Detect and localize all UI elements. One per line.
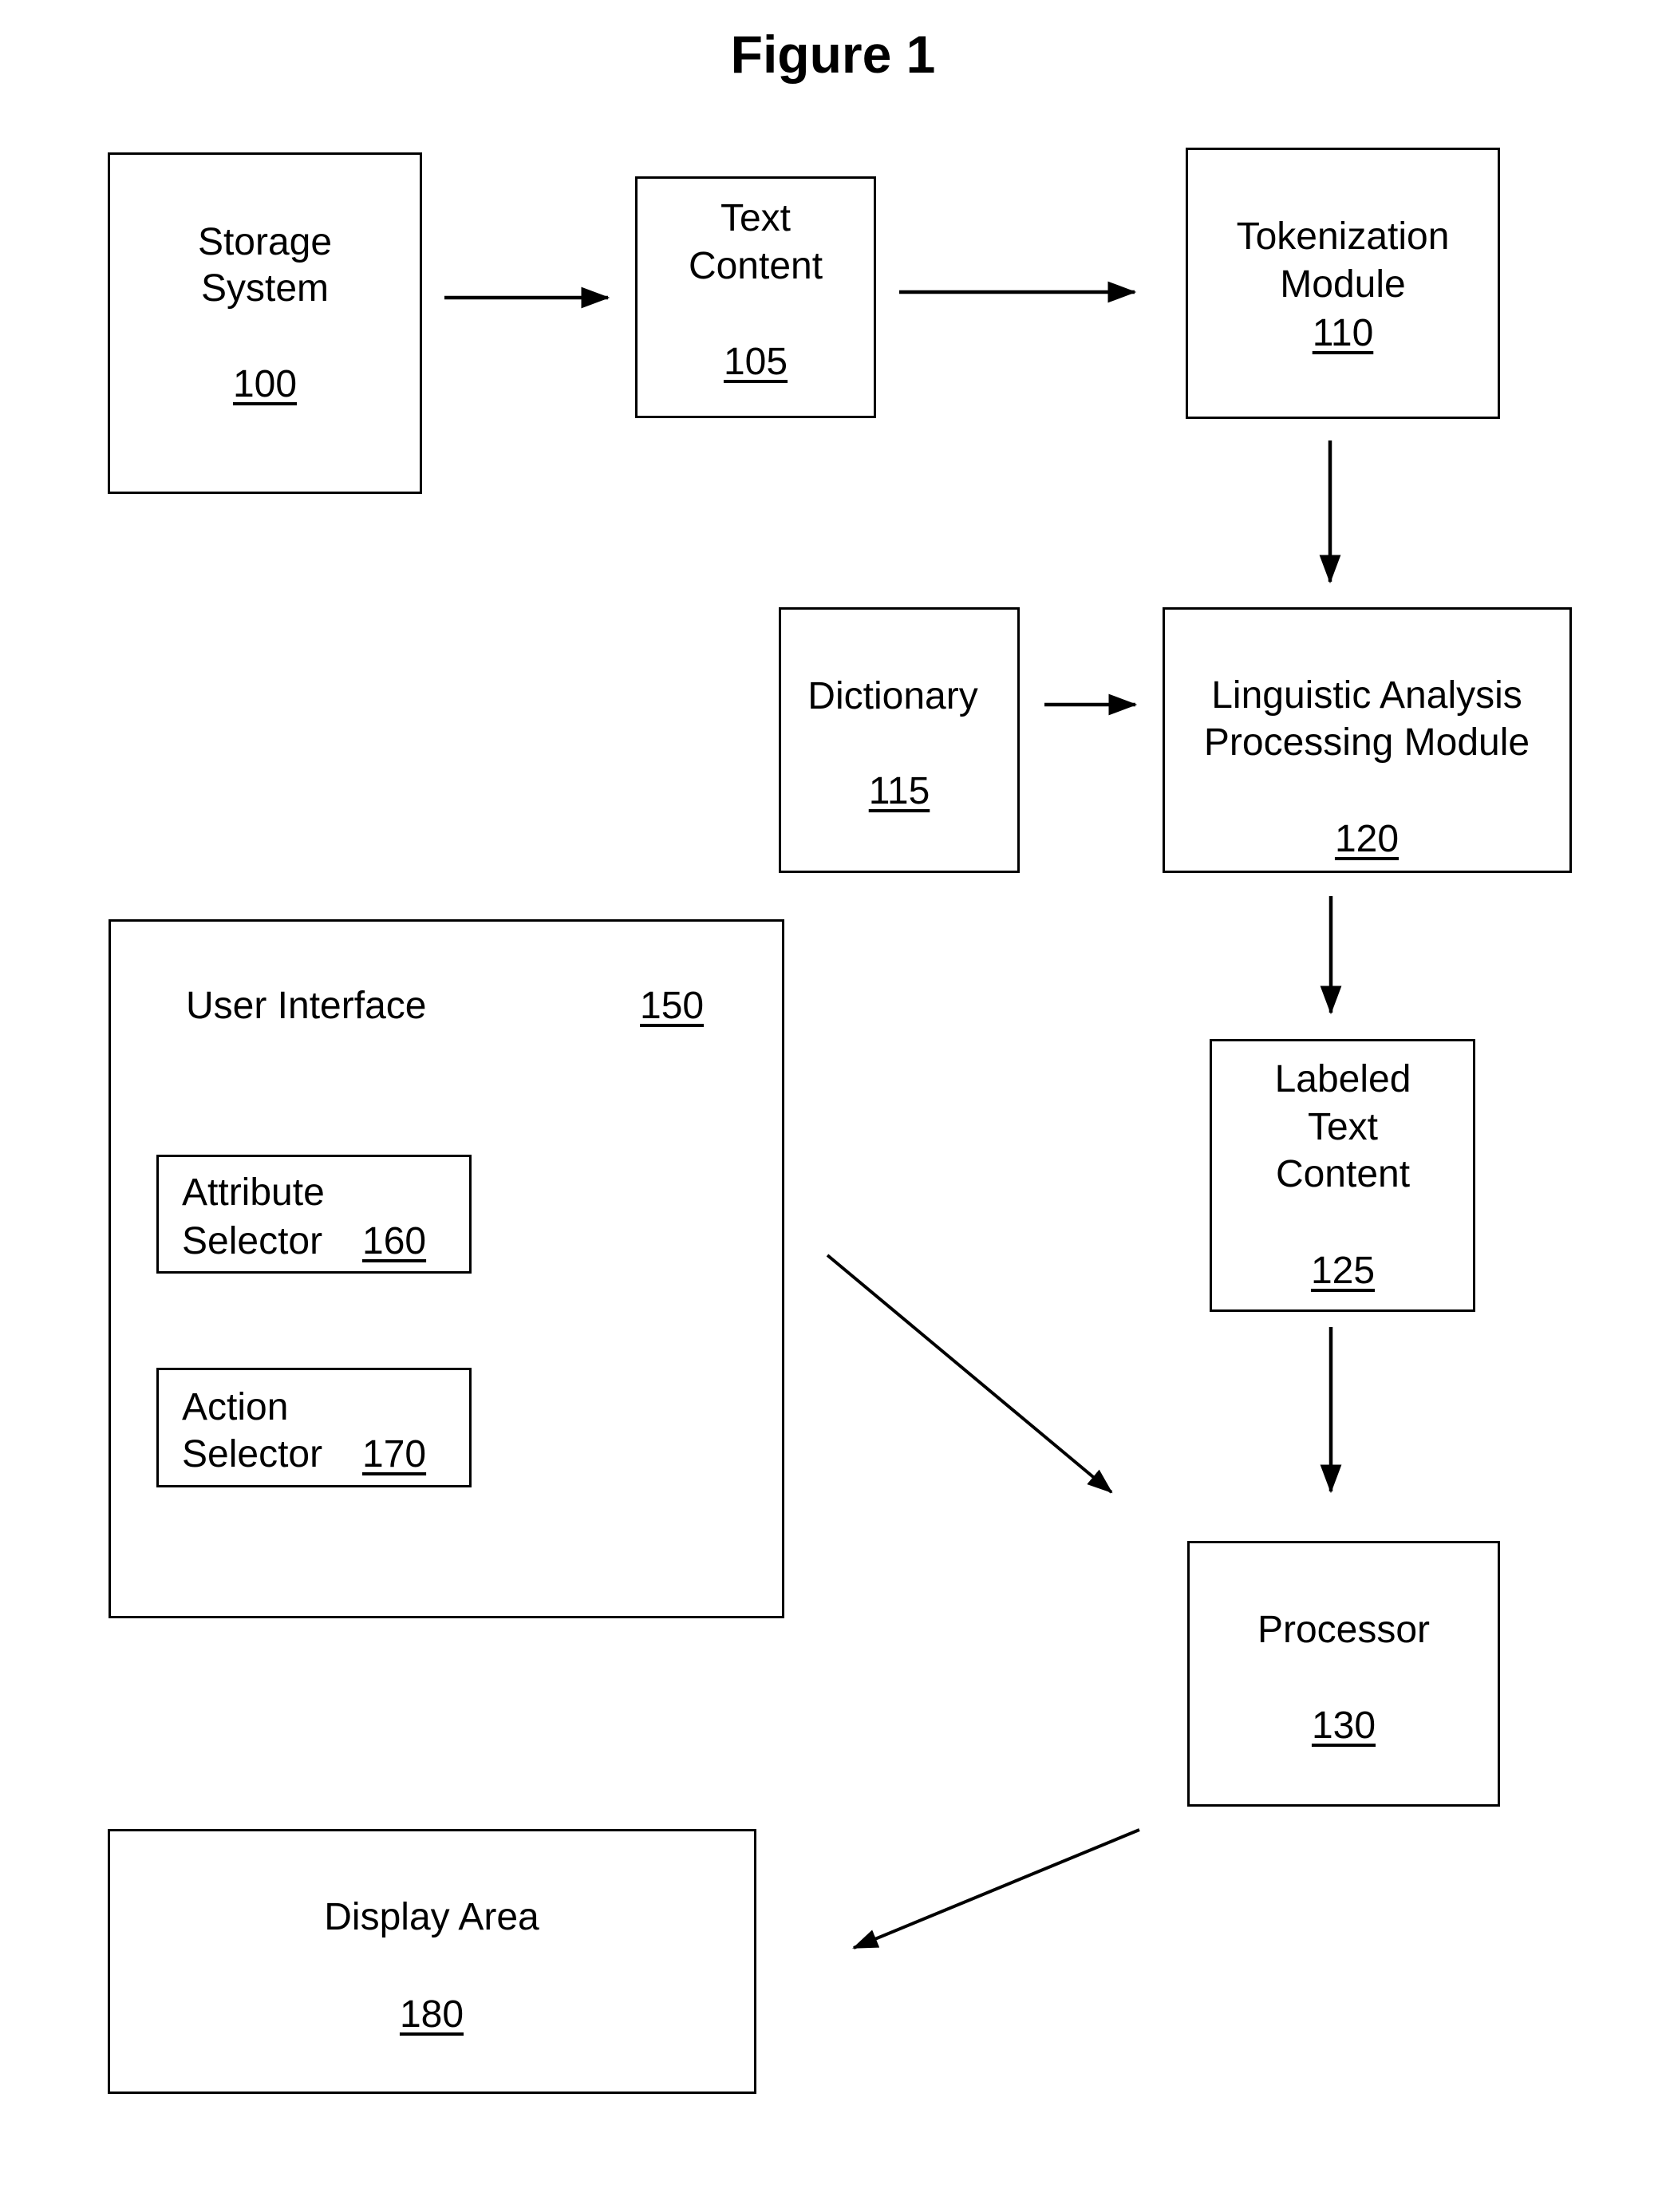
display-area-box <box>108 1829 756 2094</box>
processor-label: Processor <box>1257 1609 1431 1651</box>
arrow-processor-to-display-area <box>852 1828 1140 1949</box>
display-area-ref: 180 <box>399 1993 464 2036</box>
user-interface-label: User Interface <box>186 985 427 1027</box>
processor-ref: 130 <box>1311 1704 1376 1747</box>
dictionary-box <box>779 607 1020 873</box>
linguistic-analysis-ref: 120 <box>1334 818 1400 860</box>
labeled-text-content-label-line3: Content <box>1275 1153 1411 1195</box>
arrow-user-interface-to-processor <box>826 1254 1113 1494</box>
attribute-selector-label-line1: Attribute <box>182 1171 325 1214</box>
labeled-text-content-label-line2: Text <box>1307 1106 1379 1148</box>
attribute-selector-label-line2: Selector <box>182 1220 323 1262</box>
action-selector-label-line1: Action <box>182 1386 289 1428</box>
display-area-label: Display Area <box>324 1896 539 1938</box>
text-content-label-line1: Text <box>720 197 792 239</box>
tokenization-module-label-line1: Tokenization <box>1236 215 1450 258</box>
action-selector-label-line2: Selector <box>182 1433 323 1475</box>
processor-box <box>1187 1541 1500 1807</box>
labeled-text-content-ref: 125 <box>1310 1250 1376 1292</box>
action-selector-ref: 170 <box>362 1433 427 1475</box>
storage-system-label-line1: Storage <box>197 221 333 263</box>
user-interface-ref: 150 <box>640 985 705 1027</box>
storage-system-ref: 100 <box>232 363 298 405</box>
tokenization-module-ref: 110 <box>1312 312 1374 354</box>
labeled-text-content-label-line1: Labeled <box>1274 1058 1411 1100</box>
text-content-ref: 105 <box>723 341 788 383</box>
attribute-selector-ref: 160 <box>362 1220 427 1262</box>
linguistic-analysis-label-line2: Processing Module <box>1203 721 1530 764</box>
text-content-label-line2: Content <box>688 245 823 287</box>
storage-system-box <box>108 152 422 494</box>
dictionary-label: Dictionary <box>807 675 978 717</box>
dictionary-ref: 115 <box>868 770 930 812</box>
tokenization-module-label-line2: Module <box>1280 263 1406 306</box>
linguistic-analysis-label-line1: Linguistic Analysis <box>1211 674 1522 717</box>
storage-system-label-line2: System <box>200 267 330 310</box>
figure-title: Figure 1 <box>730 25 936 84</box>
